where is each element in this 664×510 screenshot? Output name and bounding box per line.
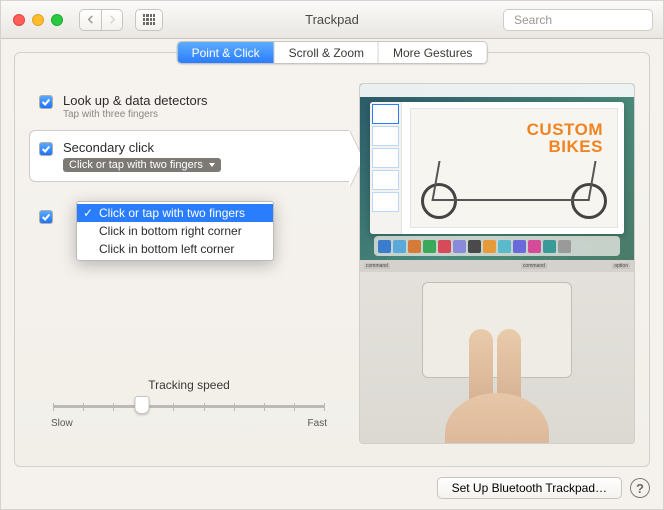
check-icon	[41, 212, 51, 222]
key-command: command	[364, 263, 390, 269]
preview-keyboard: command command option	[360, 260, 634, 272]
tracking-speed-slider[interactable]: Slow Fast	[41, 398, 337, 428]
preview-page: CUSTOMBIKES	[410, 108, 618, 228]
check-icon	[41, 97, 51, 107]
secondary-click-dropdown[interactable]: Click or tap with two fingers	[63, 158, 221, 172]
hand-illustration-icon	[445, 335, 549, 443]
key-option: option	[612, 263, 630, 269]
setup-bluetooth-button[interactable]: Set Up Bluetooth Trackpad…	[437, 477, 622, 499]
tab-scroll-zoom[interactable]: Scroll & Zoom	[275, 42, 379, 63]
tab-point-click[interactable]: Point & Click	[178, 42, 275, 63]
option-text: Secondary click Click or tap with two fi…	[63, 140, 221, 172]
forward-button[interactable]	[101, 9, 123, 31]
option-subtitle: Tap with three fingers	[63, 109, 208, 120]
preview-thumb	[372, 148, 399, 168]
tab-bar: Point & Click Scroll & Zoom More Gesture…	[177, 41, 488, 64]
preferences-window: Trackpad Point & Click Scroll & Zoom Mor…	[0, 0, 664, 510]
chevron-right-icon	[108, 15, 117, 24]
main-panel: Point & Click Scroll & Zoom More Gesture…	[14, 52, 650, 467]
checkbox-tap[interactable]	[39, 210, 53, 224]
slider-labels: Slow Fast	[51, 418, 327, 429]
show-all-button[interactable]	[135, 9, 163, 31]
window-controls	[13, 14, 63, 26]
options-column: Look up & data detectors Tap with three …	[29, 83, 349, 452]
preview-screen: CUSTOMBIKES	[360, 84, 634, 260]
window-title: Trackpad	[305, 12, 359, 27]
option-secondary-click[interactable]: Secondary click Click or tap with two fi…	[29, 130, 349, 182]
help-button[interactable]: ?	[630, 478, 650, 498]
minimize-window-button[interactable]	[32, 14, 44, 26]
zoom-window-button[interactable]	[51, 14, 63, 26]
chevron-left-icon	[86, 15, 95, 24]
check-icon	[41, 144, 51, 154]
option-text: Look up & data detectors Tap with three …	[63, 93, 208, 120]
bike-illustration-icon	[421, 161, 607, 219]
key-command: command	[521, 263, 547, 269]
slider-thumb[interactable]	[134, 396, 149, 414]
back-button[interactable]	[79, 9, 101, 31]
search-input[interactable]	[514, 13, 664, 27]
option-title: Look up & data detectors	[63, 93, 208, 108]
tab-more-gestures[interactable]: More Gestures	[379, 42, 486, 63]
tracking-speed-group: Tracking speed Slow Fast	[29, 378, 349, 428]
checkbox-secondary[interactable]	[39, 142, 53, 156]
nav-buttons	[79, 9, 123, 31]
secondary-click-menu: Click or tap with two fingers Click in b…	[76, 201, 274, 261]
toolbar: Trackpad	[1, 1, 663, 39]
slider-ticks	[53, 403, 325, 411]
preview-column: CUSTOMBIKES command	[359, 83, 635, 452]
option-lookup[interactable]: Look up & data detectors Tap with three …	[29, 83, 349, 130]
preview-app-window: CUSTOMBIKES	[370, 102, 624, 234]
slider-label: Tracking speed	[41, 378, 337, 392]
preview-trackpad-area	[360, 272, 634, 443]
menu-item-bottom-left[interactable]: Click in bottom left corner	[77, 240, 273, 258]
preview-sidebar	[370, 102, 402, 234]
preview-thumb	[372, 104, 399, 124]
slider-min-label: Slow	[51, 418, 73, 429]
preview-thumb	[372, 126, 399, 146]
checkbox-lookup[interactable]	[39, 95, 53, 109]
footer: Set Up Bluetooth Trackpad… ?	[1, 467, 663, 509]
grid-icon	[143, 14, 155, 26]
menu-item-two-fingers[interactable]: Click or tap with two fingers	[77, 204, 273, 222]
close-window-button[interactable]	[13, 14, 25, 26]
preview-thumb	[372, 192, 399, 212]
preview-headline: CUSTOMBIKES	[425, 121, 603, 155]
menu-item-bottom-right[interactable]: Click in bottom right corner	[77, 222, 273, 240]
preview-dock	[374, 236, 620, 256]
preview-thumb	[372, 170, 399, 190]
slider-max-label: Fast	[308, 418, 327, 429]
search-field[interactable]	[503, 9, 653, 31]
content: Look up & data detectors Tap with three …	[15, 53, 649, 466]
gesture-preview: CUSTOMBIKES command	[359, 83, 635, 444]
preview-canvas: CUSTOMBIKES	[402, 102, 624, 234]
option-title: Secondary click	[63, 140, 221, 155]
preview-menubar	[360, 84, 634, 97]
